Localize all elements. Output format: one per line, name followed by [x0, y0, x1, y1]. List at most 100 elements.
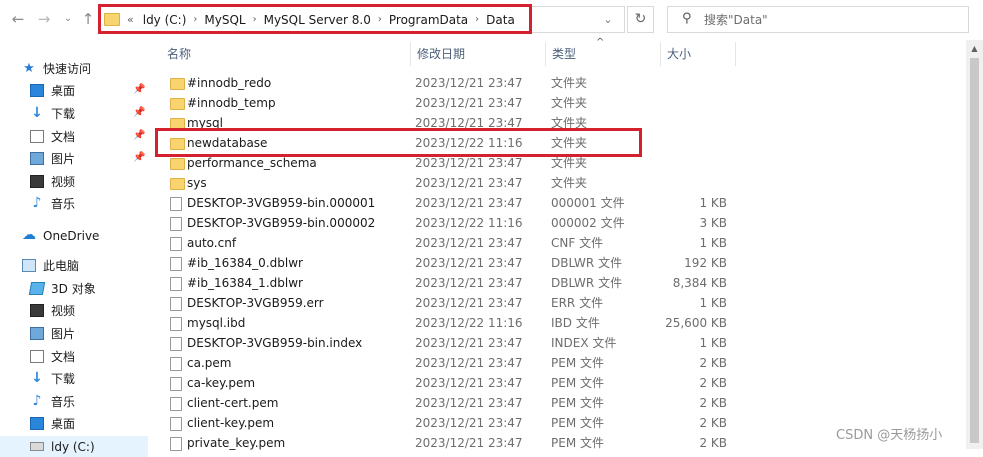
pin-icon[interactable]: 📌	[133, 107, 145, 118]
computer-icon	[22, 259, 36, 272]
column-header-date[interactable]: 修改日期	[410, 40, 545, 68]
overflow-chevrons-icon[interactable]: «	[124, 13, 137, 26]
file-name: client-cert.pem	[187, 396, 279, 410]
nav-item-3d-objects[interactable]: 3D 对象	[28, 278, 96, 299]
table-row[interactable]: ca-key.pem 2023/12/21 23:47 PEM 文件 2 KB	[162, 373, 742, 393]
nav-onedrive[interactable]: ☁ OneDrive	[22, 225, 99, 246]
3d-objects-icon	[28, 282, 46, 295]
nav-item-pictures[interactable]: 图片	[30, 148, 75, 169]
file-icon	[170, 197, 182, 211]
crumb-mysql[interactable]: MySQL	[198, 13, 251, 27]
table-row[interactable]: mysql.ibd 2023/12/22 11:16 IBD 文件 25,600 KB	[162, 313, 742, 333]
file-type: PEM 文件	[551, 396, 604, 410]
address-bar[interactable]: « ldy (C:) › MySQL › MySQL Server 8.0 › …	[99, 6, 625, 33]
nav-label: 文档	[51, 350, 76, 364]
address-toolbar: ← → ⌄ ↑ « ldy (C:) › MySQL › MySQL Serve…	[0, 0, 983, 40]
file-size: 3 KB	[699, 216, 727, 230]
table-row[interactable]: #ib_16384_0.dblwr 2023/12/21 23:47 DBLWR 文…	[162, 253, 742, 273]
folder-icon	[170, 98, 185, 110]
pin-icon[interactable]: 📌	[133, 152, 145, 163]
file-type: 文件夹	[551, 76, 588, 90]
table-row[interactable]: auto.cnf 2023/12/21 23:47 CNF 文件 1 KB	[162, 233, 742, 253]
search-box[interactable]: ⚲	[667, 6, 969, 33]
table-row[interactable]: DESKTOP-3VGB959.err 2023/12/21 23:47 ERR 文…	[162, 293, 742, 313]
recent-locations-chevron-icon[interactable]: ⌄	[58, 9, 78, 29]
nav-quick-access[interactable]: ★ 快速访问	[22, 58, 91, 79]
nav-item-videos[interactable]: 视频	[30, 171, 75, 192]
nav-item-pc-music[interactable]: ♪ 音乐	[30, 391, 75, 412]
file-icon	[170, 217, 182, 231]
file-type: INDEX 文件	[551, 336, 617, 350]
file-name: mysql.ibd	[187, 316, 246, 330]
folder-icon	[170, 118, 185, 130]
table-row[interactable]: sys 2023/12/21 23:47 文件夹	[162, 173, 742, 193]
crumb-drive[interactable]: ldy (C:)	[137, 13, 193, 27]
nav-this-pc[interactable]: 此电脑	[22, 255, 79, 276]
file-icon	[170, 237, 182, 251]
file-name: DESKTOP-3VGB959-bin.000002	[187, 216, 376, 230]
forward-arrow-icon[interactable]: →	[34, 9, 54, 29]
file-name: ca.pem	[187, 356, 232, 370]
table-row[interactable]: #innodb_redo 2023/12/21 23:47 文件夹	[162, 73, 742, 93]
table-row[interactable]: #ib_16384_1.dblwr 2023/12/21 23:47 DBLWR 文…	[162, 273, 742, 293]
pin-icon[interactable]: 📌	[133, 84, 145, 95]
back-arrow-icon[interactable]: ←	[8, 9, 28, 29]
nav-item-pc-pictures[interactable]: 图片	[30, 323, 75, 344]
scroll-thumb[interactable]	[970, 58, 979, 443]
table-row[interactable]: client-cert.pem 2023/12/21 23:47 PEM 文件 2 K…	[162, 393, 742, 413]
up-arrow-icon[interactable]: ↑	[78, 9, 98, 29]
column-header-name[interactable]: 名称	[160, 40, 410, 68]
table-row[interactable]: ca.pem 2023/12/21 23:47 PEM 文件 2 KB	[162, 353, 742, 373]
table-row[interactable]: performance_schema 2023/12/21 23:47 文件夹	[162, 153, 742, 173]
nav-label: 此电脑	[43, 259, 80, 273]
vertical-scrollbar[interactable]: ▲	[966, 40, 983, 449]
file-date: 2023/12/21 23:47	[415, 196, 523, 210]
nav-item-downloads[interactable]: ↓ 下载	[30, 103, 75, 124]
nav-item-pc-videos[interactable]: 视频	[30, 300, 75, 321]
pin-icon[interactable]: 📌	[133, 130, 145, 141]
nav-item-documents[interactable]: 文档	[30, 126, 75, 147]
nav-item-pc-documents[interactable]: 文档	[30, 346, 75, 367]
file-type: 000002 文件	[551, 216, 625, 230]
file-size: 1 KB	[699, 296, 727, 310]
nav-item-desktop[interactable]: 桌面	[30, 80, 75, 101]
crumb-programdata[interactable]: ProgramData	[383, 13, 474, 27]
file-size: 1 KB	[699, 236, 727, 250]
table-row[interactable]: mysql 2023/12/21 23:47 文件夹	[162, 113, 742, 133]
watermark: CSDN @天杨扬小	[836, 428, 943, 443]
table-row[interactable]: DESKTOP-3VGB959-bin.000002 2023/12/22 11:…	[162, 213, 742, 233]
music-icon: ♪	[32, 393, 42, 409]
file-date: 2023/12/22 11:16	[415, 316, 523, 330]
nav-item-pc-desktop[interactable]: 桌面	[30, 413, 75, 434]
file-date: 2023/12/21 23:47	[415, 116, 523, 130]
column-header-size[interactable]: 大小	[660, 40, 735, 68]
file-icon	[170, 397, 182, 411]
desktop-icon	[30, 417, 44, 430]
crumb-mysql-server[interactable]: MySQL Server 8.0	[258, 13, 377, 27]
search-input[interactable]	[704, 11, 954, 28]
file-name: DESKTOP-3VGB959-bin.index	[187, 336, 363, 350]
file-date: 2023/12/21 23:47	[415, 396, 523, 410]
nav-label: 音乐	[51, 395, 76, 409]
table-row[interactable]: DESKTOP-3VGB959-bin.000001 2023/12/21 23:…	[162, 193, 742, 213]
picture-icon	[30, 152, 44, 165]
nav-item-pc-downloads[interactable]: ↓ 下载	[30, 368, 75, 389]
file-icon	[170, 317, 182, 331]
column-divider[interactable]	[735, 42, 736, 66]
crumb-data[interactable]: Data	[480, 13, 521, 27]
file-name: #innodb_temp	[187, 96, 276, 110]
file-type: 文件夹	[551, 156, 588, 170]
file-size: 2 KB	[699, 416, 727, 430]
table-row[interactable]: DESKTOP-3VGB959-bin.index 2023/12/21 23:4…	[162, 333, 742, 353]
table-row[interactable]: private_key.pem 2023/12/21 23:47 PEM 文件 2 K…	[162, 433, 742, 453]
nav-item-music[interactable]: ♪ 音乐	[30, 193, 75, 214]
table-row[interactable]: #innodb_temp 2023/12/21 23:47 文件夹	[162, 93, 742, 113]
nav-item-drive-c[interactable]: ldy (C:)	[0, 436, 148, 457]
scroll-up-arrow-icon[interactable]: ▲	[966, 40, 983, 57]
address-dropdown-icon[interactable]: ⌄	[600, 11, 616, 29]
table-row[interactable]: client-key.pem 2023/12/21 23:47 PEM 文件 2 KB	[162, 413, 742, 433]
file-date: 2023/12/22 11:16	[415, 216, 523, 230]
refresh-icon[interactable]: ↻	[627, 6, 654, 33]
breadcrumb: « ldy (C:) › MySQL › MySQL Server 8.0 › …	[104, 7, 521, 32]
table-row-highlighted[interactable]: newdatabase 2023/12/22 11:16 文件夹	[162, 133, 742, 153]
